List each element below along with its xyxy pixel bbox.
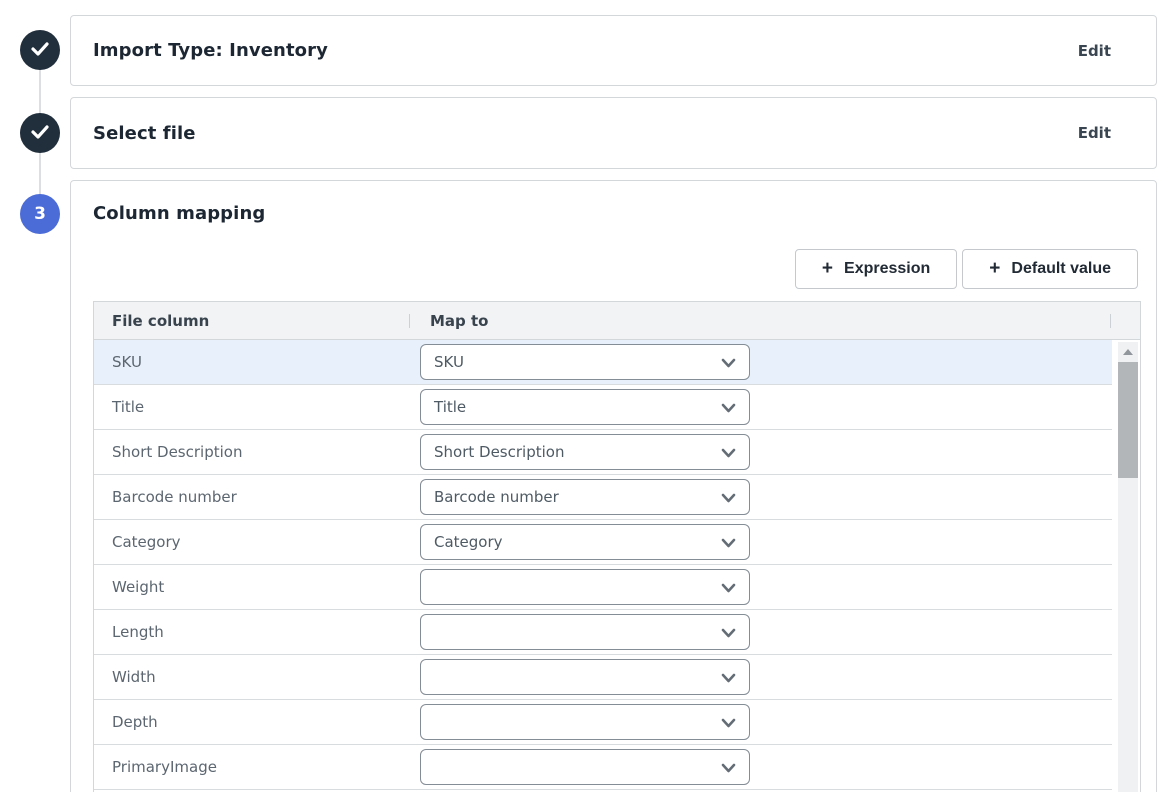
file-column-cell: PrimaryImage (94, 758, 420, 776)
table-row: PrimaryImage (94, 745, 1112, 790)
table-row: Title Title (94, 385, 1112, 430)
step1-title: Import Type: Inventory (93, 40, 328, 61)
map-to-dropdown[interactable] (420, 614, 750, 650)
step1-card-import-type: Import Type: Inventory Edit (70, 15, 1157, 86)
plus-icon: + (822, 259, 833, 278)
column-mapping-table: File column Map to SKU SKU Title Title (93, 301, 1141, 792)
expression-button-label: Expression (844, 260, 930, 278)
scrollbar-up-arrow-icon[interactable] (1123, 349, 1133, 355)
step3-number-badge: 3 (20, 194, 60, 234)
step2-edit-link[interactable]: Edit (1078, 124, 1111, 142)
table-row: Depth (94, 700, 1112, 745)
check-icon (31, 41, 49, 60)
map-to-selected-value: Barcode number (434, 488, 559, 506)
step2-card-select-file: Select file Edit (70, 97, 1157, 169)
import-wizard-page: 3 Import Type: Inventory Edit Select fil… (0, 0, 1167, 792)
map-to-dropdown[interactable]: Category (420, 524, 750, 560)
table-row: Category Category (94, 520, 1112, 565)
map-to-selected-value: Category (434, 533, 503, 551)
file-column-label: Barcode number (112, 488, 237, 506)
add-expression-button[interactable]: + Expression (795, 249, 957, 289)
table-header: File column Map to (94, 302, 1140, 340)
table-row: SKU SKU (94, 340, 1112, 385)
plus-icon: + (989, 259, 1000, 278)
file-column-label: Length (112, 623, 164, 641)
table-scrollbar[interactable] (1118, 342, 1138, 792)
header-separator (409, 314, 410, 328)
file-column-cell: Depth (94, 713, 420, 731)
header-separator (1110, 314, 1111, 328)
file-column-label: Short Description (112, 443, 242, 461)
file-column-label: Depth (112, 713, 158, 731)
step1-edit-link[interactable]: Edit (1078, 42, 1111, 60)
file-column-cell: Length (94, 623, 420, 641)
map-to-selected-value: Title (434, 398, 466, 416)
file-column-cell: Title (94, 398, 420, 416)
file-column-cell: Barcode number (94, 488, 420, 506)
file-column-label: Width (112, 668, 156, 686)
map-to-dropdown[interactable]: Barcode number (420, 479, 750, 515)
map-to-dropdown[interactable]: Title (420, 389, 750, 425)
file-column-label: Category (112, 533, 181, 551)
file-column-cell: Short Description (94, 443, 420, 461)
header-file-column: File column (112, 302, 209, 340)
default-value-button-label: Default value (1011, 260, 1111, 278)
table-row: Width (94, 655, 1112, 700)
map-to-dropdown[interactable] (420, 659, 750, 695)
table-row: Short Description Short Description (94, 430, 1112, 475)
mapping-toolbar: + Expression + Default value (795, 249, 1138, 289)
step2-complete-badge (20, 113, 60, 153)
chevron-down-icon (721, 533, 736, 552)
header-map-to: Map to (430, 302, 488, 340)
map-to-dropdown[interactable]: SKU (420, 344, 750, 380)
map-to-selected-value: SKU (434, 353, 464, 371)
map-to-dropdown[interactable]: Short Description (420, 434, 750, 470)
add-default-value-button[interactable]: + Default value (962, 249, 1138, 289)
step3-number: 3 (34, 204, 46, 224)
chevron-down-icon (721, 713, 736, 732)
scrollbar-thumb[interactable] (1118, 362, 1138, 478)
step3-title: Column mapping (93, 203, 265, 224)
table-row: Length (94, 610, 1112, 655)
chevron-down-icon (721, 758, 736, 777)
table-row: Barcode number Barcode number (94, 475, 1112, 520)
table-body-rows: SKU SKU Title Title Short Description Sh… (94, 340, 1112, 792)
step1-complete-badge (20, 30, 60, 70)
table-row: Weight (94, 565, 1112, 610)
chevron-down-icon (721, 488, 736, 507)
file-column-cell: Width (94, 668, 420, 686)
chevron-down-icon (721, 578, 736, 597)
step3-card-column-mapping: Column mapping + Expression + Default va… (70, 180, 1157, 792)
file-column-label: PrimaryImage (112, 758, 217, 776)
chevron-down-icon (721, 443, 736, 462)
map-to-dropdown[interactable] (420, 704, 750, 740)
file-column-label: Weight (112, 578, 164, 596)
file-column-label: SKU (112, 353, 142, 371)
chevron-down-icon (721, 398, 736, 417)
check-icon (31, 124, 49, 143)
file-column-label: Title (112, 398, 144, 416)
chevron-down-icon (721, 623, 736, 642)
step2-title: Select file (93, 123, 196, 144)
file-column-cell: SKU (94, 353, 420, 371)
map-to-selected-value: Short Description (434, 443, 564, 461)
map-to-dropdown[interactable] (420, 569, 750, 605)
chevron-down-icon (721, 353, 736, 372)
file-column-cell: Weight (94, 578, 420, 596)
chevron-down-icon (721, 668, 736, 687)
file-column-cell: Category (94, 533, 420, 551)
map-to-dropdown[interactable] (420, 749, 750, 785)
